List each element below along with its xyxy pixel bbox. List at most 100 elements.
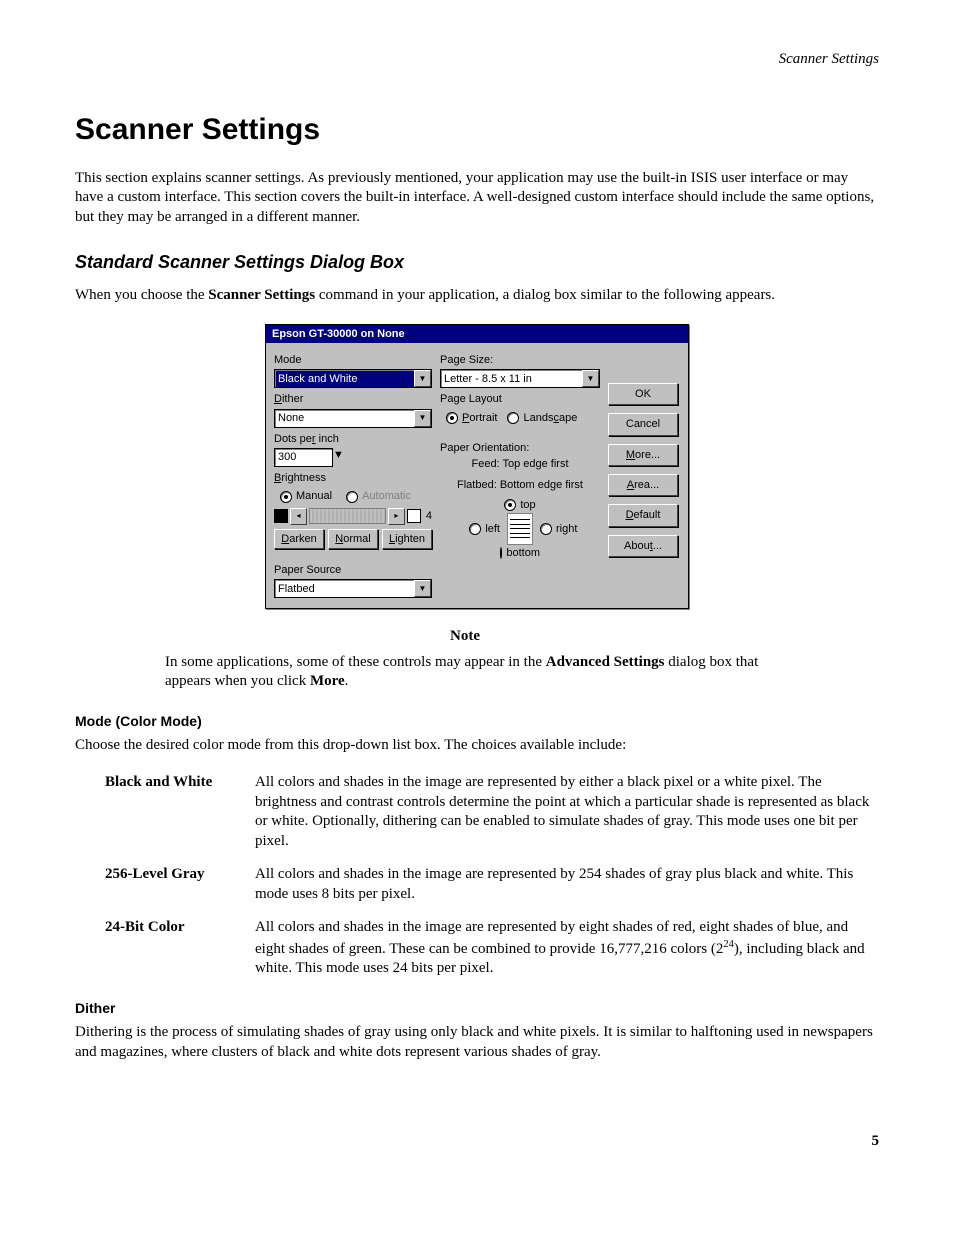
label-manual: Manual [296,489,332,503]
page-size-dropdown[interactable]: Letter - 8.5 x 11 in ▼ [440,369,600,388]
label-top: top [520,498,535,512]
label-brightness: Brightness [274,471,432,485]
radio-icon [500,547,502,559]
orient-left-radio[interactable]: left [460,522,500,536]
label-page-layout: Page Layout [440,392,600,406]
dither-value: None [278,411,304,425]
radio-icon [540,523,552,535]
mode-name-bw: Black and White [105,773,255,851]
orient-right-radio[interactable]: right [540,522,580,536]
radio-icon [504,499,516,511]
brightness-slider[interactable]: ◂ ▸ 4 [274,508,432,525]
portrait-radio[interactable]: Portrait [446,411,497,425]
light-swatch-icon [407,509,421,523]
mode-name-color: 24-Bit Color [105,918,255,979]
scanner-settings-term: Scanner Settings [208,287,315,303]
note-title: Note [165,627,765,647]
about-button[interactable]: About... [608,535,678,557]
more-button[interactable]: More... [608,444,678,466]
radio-icon [280,491,292,503]
orient-top-radio[interactable]: top [500,498,540,512]
mode-row: 24-Bit Color All colors and shades in th… [105,918,879,979]
normal-button[interactable]: Normal [328,529,378,549]
page-orientation-icon [508,514,532,544]
darken-button[interactable]: Darken [274,529,324,549]
dark-swatch-icon [274,509,288,523]
scanner-settings-dialog: Epson GT-30000 on None Mode Black and Wh… [265,324,689,609]
intro-paragraph: This section explains scanner settings. … [75,169,879,228]
chevron-down-icon: ▼ [414,410,431,427]
landscape-radio[interactable]: Landscape [507,411,577,425]
chevron-down-icon: ▼ [582,370,599,387]
arrow-left-icon[interactable]: ◂ [290,508,307,525]
paper-source-value: Flatbed [278,582,315,596]
label-right: right [556,522,577,536]
radio-icon [446,412,458,424]
subsection-mode: Mode (Color Mode) [75,712,879,730]
page-number: 5 [75,1132,879,1152]
mode-row: Black and White All colors and shades in… [105,773,879,851]
dialog-figure: Epson GT-30000 on None Mode Black and Wh… [75,324,879,609]
orient-bottom-radio[interactable]: bottom [500,546,540,560]
brightness-automatic-radio[interactable]: Automatic [346,489,411,503]
chevron-down-icon: ▼ [414,370,431,387]
ok-button[interactable]: OK [608,383,678,405]
mode-row: 256-Level Gray All colors and shades in … [105,865,879,904]
mode-desc-gray: All colors and shades in the image are r… [255,865,879,904]
mode-name-gray: 256-Level Gray [105,865,255,904]
brightness-value: 4 [426,509,432,523]
mode-desc-bw: All colors and shades in the image are r… [255,773,879,851]
arrow-right-icon[interactable]: ▸ [388,508,405,525]
mode-table: Black and White All colors and shades in… [105,773,879,979]
label-left: left [485,522,500,536]
label-portrait: Portrait [462,411,497,425]
label-mode: Mode [274,353,432,367]
dialog-intro-paragraph: When you choose the Scanner Settings com… [75,286,879,306]
chevron-down-icon: ▼ [414,580,431,597]
mode-intro: Choose the desired color mode from this … [75,736,879,756]
chevron-down-icon[interactable]: ▼ [333,448,344,465]
dpi-value: 300 [278,450,296,464]
text: command in your application, a dialog bo… [315,287,775,303]
subsection-dither: Dither [75,999,879,1017]
mode-dropdown[interactable]: Black and White ▼ [274,369,432,388]
label-bottom: bottom [506,546,540,560]
more-term: More [310,673,345,689]
dither-dropdown[interactable]: None ▼ [274,409,432,428]
brightness-manual-radio[interactable]: Manual [280,489,332,503]
slider-track[interactable] [309,508,386,524]
radio-icon [507,412,519,424]
feed-info: Feed: Top edge first [440,457,600,471]
lighten-button[interactable]: Lighten [382,529,432,549]
flatbed-info: Flatbed: Bottom edge first [440,478,600,492]
label-dpi: Dots per inch [274,432,432,446]
cancel-button[interactable]: Cancel [608,413,678,435]
dpi-input[interactable]: 300 [274,448,333,467]
label-page-size: Page Size: [440,353,600,367]
mode-value: Black and White [278,372,357,386]
label-dither: Dither [274,392,432,406]
paper-source-dropdown[interactable]: Flatbed ▼ [274,579,432,598]
mode-desc-color: All colors and shades in the image are r… [255,918,879,979]
label-paper-orientation: Paper Orientation: [440,441,600,455]
text: When you choose the [75,287,208,303]
running-header: Scanner Settings [75,50,879,70]
note-text: In some applications, some of these cont… [165,653,765,692]
label-paper-source: Paper Source [274,563,432,577]
label-landscape: Landscape [523,411,577,425]
radio-icon [469,523,481,535]
text: . [345,673,349,689]
page-size-value: Letter - 8.5 x 11 in [444,372,532,386]
default-button[interactable]: Default [608,504,678,526]
label-automatic: Automatic [362,489,411,503]
dialog-titlebar: Epson GT-30000 on None [266,325,688,343]
exponent: 24 [723,939,734,950]
advanced-settings-term: Advanced Settings [546,654,665,670]
page-title: Scanner Settings [75,110,879,149]
section-heading-standard: Standard Scanner Settings Dialog Box [75,251,879,274]
note-block: Note In some applications, some of these… [165,627,765,692]
radio-icon [346,491,358,503]
area-button[interactable]: Area... [608,474,678,496]
dither-paragraph: Dithering is the process of simulating s… [75,1023,879,1062]
text: In some applications, some of these cont… [165,654,546,670]
